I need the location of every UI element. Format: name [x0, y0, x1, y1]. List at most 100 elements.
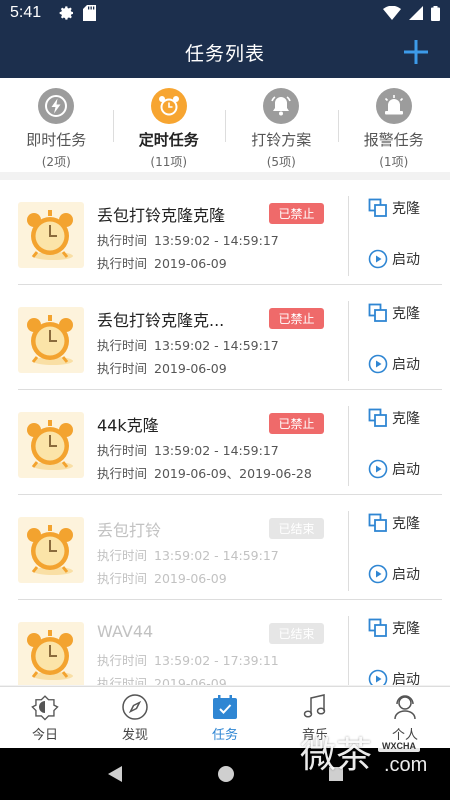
- start-label: 启动: [392, 672, 420, 685]
- alarm-clock-thumbnail-icon: [18, 307, 84, 373]
- alarm-clock-thumbnail-icon: [18, 202, 84, 268]
- tab-label: 报警任务: [363, 131, 424, 149]
- status-badge: 已禁止: [269, 413, 324, 434]
- task-item[interactable]: 44k克隆 已禁止 执行时间 13:59:02 - 14:59:17 执行时间 20…: [0, 390, 450, 495]
- home-circle-icon[interactable]: [217, 765, 235, 783]
- status-left: 5:41: [10, 4, 97, 22]
- alarm-clock-thumbnail-icon: [18, 517, 84, 583]
- date-label: 执行时间: [97, 466, 148, 481]
- settings-gear-icon: [59, 6, 74, 20]
- lightning-icon: [38, 88, 75, 124]
- clone-button[interactable]: 克隆: [368, 513, 420, 533]
- action-divider: [348, 616, 349, 685]
- alarm-clock-icon: [150, 88, 187, 124]
- clone-icon: [368, 198, 387, 217]
- clone-icon: [368, 408, 387, 427]
- tab-alarm-task[interactable]: 报警任务 (1项): [337, 78, 450, 172]
- wifi-icon: [383, 6, 401, 20]
- clone-button[interactable]: 克隆: [368, 303, 420, 323]
- tab-bell-plan[interactable]: 打铃方案 (5项): [225, 78, 338, 172]
- date-label: 执行时间: [97, 256, 148, 271]
- tab-count: (11项): [150, 155, 188, 169]
- date-label: 执行时间: [97, 676, 148, 685]
- task-name: WAV44: [97, 622, 154, 641]
- nav-music[interactable]: 音乐: [270, 687, 360, 748]
- app-bar: 任务列表: [0, 26, 450, 78]
- task-dates: 执行时间 2019-06-09: [97, 568, 227, 587]
- task-time-range: 执行时间 13:59:02 - 14:59:17: [97, 440, 279, 459]
- task-name: 丢包打铃克隆克...: [97, 311, 225, 330]
- time-label: 执行时间: [97, 338, 148, 353]
- task-item[interactable]: 丢包打铃克隆克隆 已禁止 执行时间 13:59:02 - 14:59:17 执行时…: [0, 180, 450, 285]
- clone-button[interactable]: 克隆: [368, 618, 420, 638]
- status-bar: 5:41: [0, 0, 450, 26]
- start-label: 启动: [392, 462, 420, 478]
- task-dates: 执行时间 2019-06-09、2019-06-28: [97, 463, 312, 482]
- start-label: 启动: [392, 357, 420, 373]
- play-circle-icon: [368, 249, 388, 269]
- status-badge: 已禁止: [269, 308, 324, 329]
- alarm-clock-thumbnail-icon: [18, 412, 84, 478]
- task-time-range: 执行时间 13:59:02 - 14:59:17: [97, 230, 279, 249]
- tab-instant-task[interactable]: 即时任务 (2项): [0, 78, 113, 172]
- back-triangle-icon[interactable]: [106, 765, 124, 783]
- nav-label: 音乐: [301, 728, 328, 743]
- task-dates: 执行时间 2019-06-09: [97, 673, 227, 685]
- time-value: 13:59:02 - 14:59:17: [154, 443, 279, 458]
- battery-icon: [431, 5, 440, 21]
- play-circle-icon: [368, 564, 388, 584]
- recents-square-icon[interactable]: [328, 766, 344, 782]
- action-divider: [348, 301, 349, 381]
- play-circle-icon: [368, 354, 388, 374]
- start-button[interactable]: 启动: [368, 354, 420, 374]
- nav-discover[interactable]: 发现: [90, 687, 180, 748]
- clone-label: 克隆: [392, 201, 420, 217]
- date-label: 执行时间: [97, 571, 148, 586]
- nav-today[interactable]: 今日: [0, 687, 90, 748]
- nav-label: 个人: [391, 728, 418, 743]
- nav-tasks[interactable]: 任务: [180, 687, 270, 748]
- clone-icon: [368, 618, 387, 637]
- plus-icon[interactable]: [400, 36, 432, 68]
- compass-icon: [122, 694, 148, 720]
- time-value: 13:59:02 - 14:59:17: [154, 548, 279, 563]
- status-right: [383, 5, 440, 21]
- task-item[interactable]: 丢包打铃克隆克... 已禁止 执行时间 13:59:02 - 14:59:17 执…: [0, 285, 450, 390]
- status-badge: 已结束: [269, 518, 324, 539]
- date-label: 执行时间: [97, 361, 148, 376]
- clone-button[interactable]: 克隆: [368, 408, 420, 428]
- tab-scheduled-task[interactable]: 定时任务 (11项): [112, 78, 226, 172]
- date-value: 2019-06-09: [154, 256, 227, 271]
- headset-user-icon: [394, 695, 416, 720]
- task-time-range: 执行时间 13:59:02 - 17:39:11: [97, 650, 279, 669]
- play-circle-icon: [368, 669, 388, 685]
- start-label: 启动: [392, 567, 420, 583]
- time-label: 执行时间: [97, 443, 148, 458]
- clone-icon: [368, 303, 387, 322]
- play-circle-icon: [368, 459, 388, 479]
- start-button[interactable]: 启动: [368, 459, 420, 479]
- time-value: 13:59:02 - 14:59:17: [154, 233, 279, 248]
- date-value: 2019-06-09: [154, 571, 227, 586]
- task-name: 丢包打铃: [97, 521, 162, 540]
- siren-icon: [375, 88, 412, 124]
- bell-icon: [263, 88, 300, 124]
- clone-button[interactable]: 克隆: [368, 198, 420, 218]
- time-label: 执行时间: [97, 653, 148, 668]
- start-button[interactable]: 启动: [368, 249, 420, 269]
- start-button[interactable]: 启动: [368, 669, 420, 685]
- task-item[interactable]: WAV44 已结束 执行时间 13:59:02 - 17:39:11 执行时间 20…: [0, 600, 450, 685]
- bottom-navigation: 今日 发现 任务 音乐 个人: [0, 686, 450, 748]
- start-button[interactable]: 启动: [368, 564, 420, 584]
- tab-label: 即时任务: [26, 131, 87, 149]
- clone-label: 克隆: [392, 306, 420, 322]
- nav-profile[interactable]: 个人: [360, 687, 450, 748]
- clone-label: 克隆: [392, 621, 420, 637]
- time-label: 执行时间: [97, 233, 148, 248]
- clone-label: 克隆: [392, 411, 420, 427]
- task-list: 丢包打铃克隆克隆 已禁止 执行时间 13:59:02 - 14:59:17 执行时…: [0, 180, 450, 685]
- signal-icon: [409, 6, 423, 20]
- task-name: 44k克隆: [97, 416, 159, 435]
- nav-label: 今日: [31, 728, 58, 743]
- task-item[interactable]: 丢包打铃 已结束 执行时间 13:59:02 - 14:59:17 执行时间 201…: [0, 495, 450, 600]
